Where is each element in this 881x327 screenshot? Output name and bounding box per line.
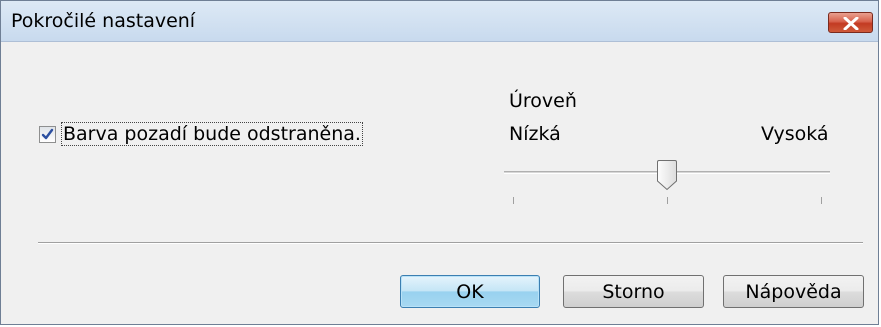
slider-tick [667,197,668,204]
separator [38,242,863,244]
background-removal-option[interactable]: Barva pozadí bude odstraněna. [39,122,363,146]
slider-tick [821,197,822,204]
slider-tick [513,197,514,204]
ok-button[interactable]: OK [400,275,540,308]
close-button[interactable] [828,12,873,33]
background-removal-label[interactable]: Barva pozadí bude odstraněna. [61,122,363,146]
level-slider[interactable] [504,159,832,209]
level-label: Úroveň [509,90,577,112]
level-high-label: Vysoká [761,123,829,145]
background-removal-checkbox[interactable] [39,125,56,143]
help-button[interactable]: Nápověda [723,275,864,308]
dialog-title: Pokročilé nastavení [11,10,196,32]
level-low-label: Nízká [509,123,561,145]
advanced-settings-dialog: Pokročilé nastavení Barva pozadí bude od… [0,0,879,325]
slider-thumb[interactable] [656,159,678,191]
title-bar[interactable]: Pokročilé nastavení [1,1,878,42]
checkmark-icon [41,128,54,139]
slider-thumb-icon [657,160,677,191]
close-icon [843,17,859,30]
cancel-button[interactable]: Storno [563,275,704,308]
